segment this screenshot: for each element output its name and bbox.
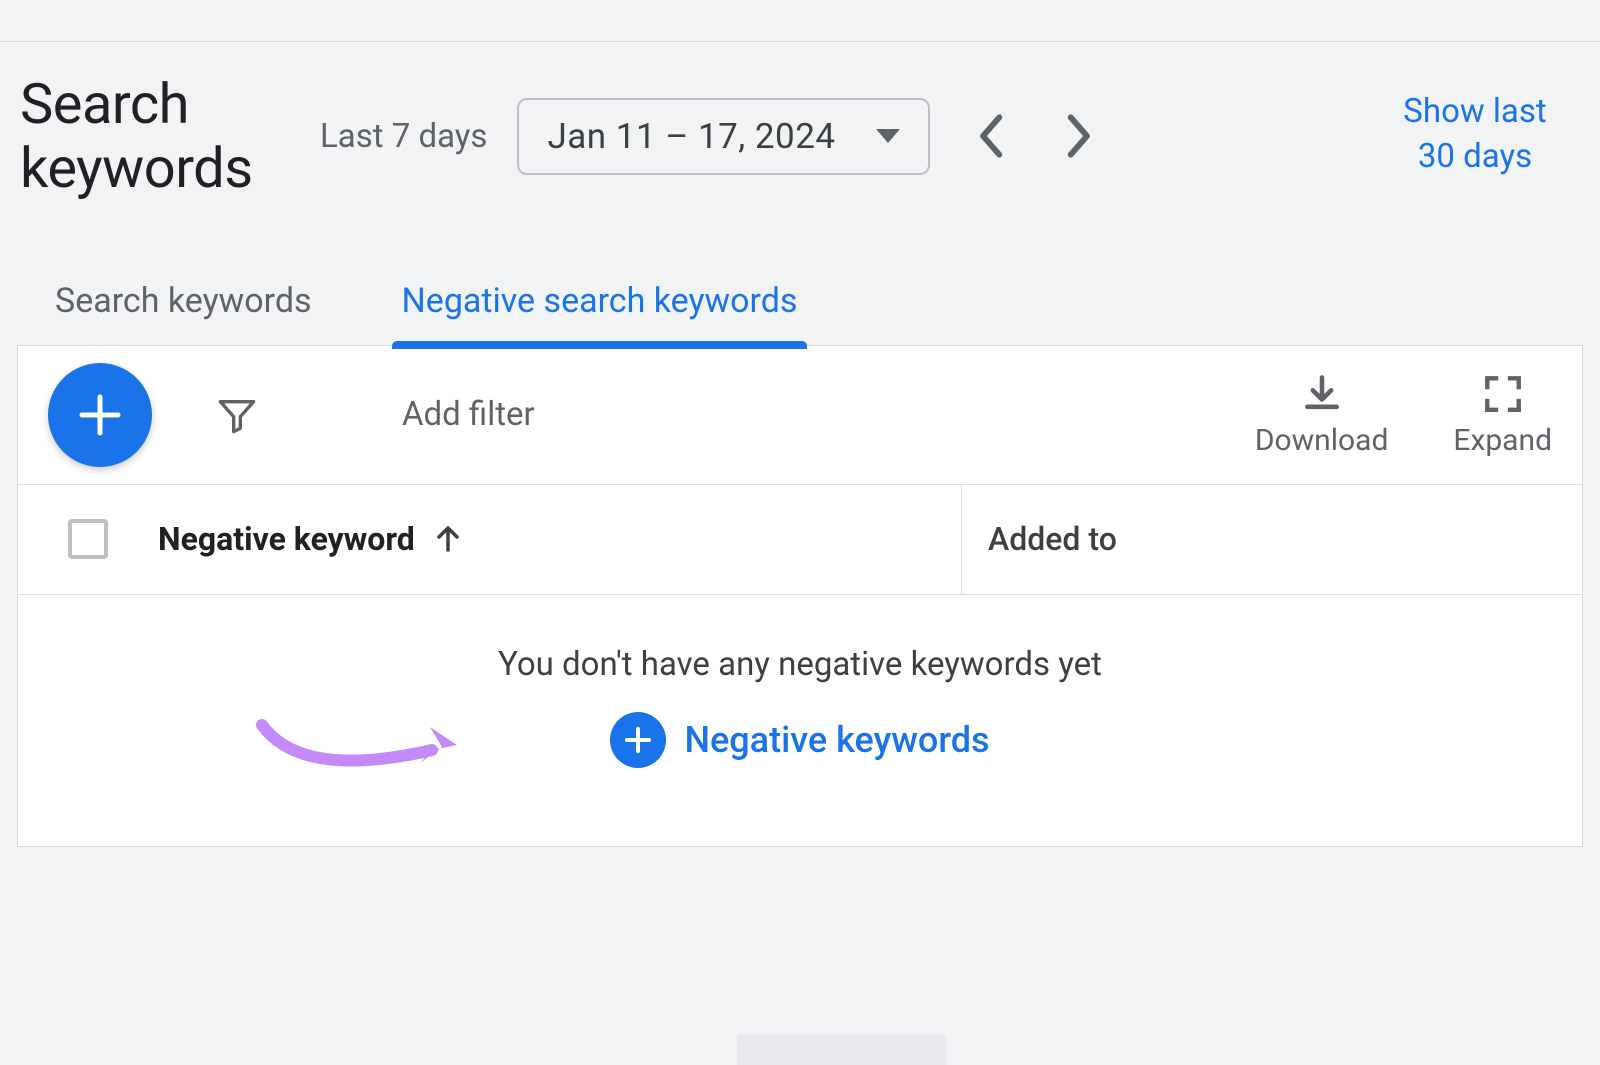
date-range-value: Jan 11 – 17, 2024 <box>547 116 835 157</box>
toolbar: Add filter Download Expand <box>17 345 1583 485</box>
page-header: Search keywords Last 7 days Jan 11 – 17,… <box>0 42 1600 201</box>
expand-button[interactable]: Expand <box>1453 372 1552 458</box>
download-label: Download <box>1255 423 1389 458</box>
top-divider <box>0 0 1600 42</box>
tab-bar: Search keywords Negative search keywords <box>0 263 1600 345</box>
empty-cta-label: Negative keywords <box>684 719 989 761</box>
select-all-cell <box>18 519 158 559</box>
column-label: Negative keyword <box>158 520 415 558</box>
footer-scrollbar-segment <box>737 1035 947 1065</box>
expand-icon <box>1482 373 1524 415</box>
expand-label: Expand <box>1453 423 1552 458</box>
table-empty-state: You don't have any negative keywords yet… <box>17 595 1583 847</box>
column-header-negative-keyword[interactable]: Negative keyword <box>158 520 961 558</box>
add-button[interactable] <box>48 363 152 467</box>
filter-icon[interactable] <box>217 395 257 435</box>
chevron-down-icon <box>876 129 900 143</box>
column-header-added-to[interactable]: Added to <box>962 520 1582 558</box>
next-period-button[interactable] <box>1050 106 1110 166</box>
download-button[interactable]: Download <box>1255 372 1389 458</box>
select-all-checkbox[interactable] <box>68 519 108 559</box>
add-filter-button[interactable]: Add filter <box>402 395 535 434</box>
plus-icon <box>74 389 126 441</box>
empty-state-message: You don't have any negative keywords yet <box>498 645 1102 684</box>
arrow-up-icon <box>433 524 463 554</box>
previous-period-button[interactable] <box>960 106 1020 166</box>
download-icon <box>1300 372 1344 416</box>
page-title: Search keywords <box>20 72 270 201</box>
date-range-picker[interactable]: Jan 11 – 17, 2024 <box>517 98 929 175</box>
chevron-left-icon <box>976 112 1004 160</box>
show-last-30-days-link[interactable]: Show last 30 days <box>1395 90 1555 179</box>
table-header-row: Negative keyword Added to <box>17 485 1583 595</box>
add-negative-keywords-button[interactable]: Negative keywords <box>610 712 989 768</box>
tab-negative-search-keywords[interactable]: Negative search keywords <box>392 263 808 345</box>
chevron-right-icon <box>1066 112 1094 160</box>
plus-circle-icon <box>610 712 666 768</box>
date-range-label: Last 7 days <box>320 117 487 156</box>
tab-search-keywords[interactable]: Search keywords <box>55 263 352 345</box>
